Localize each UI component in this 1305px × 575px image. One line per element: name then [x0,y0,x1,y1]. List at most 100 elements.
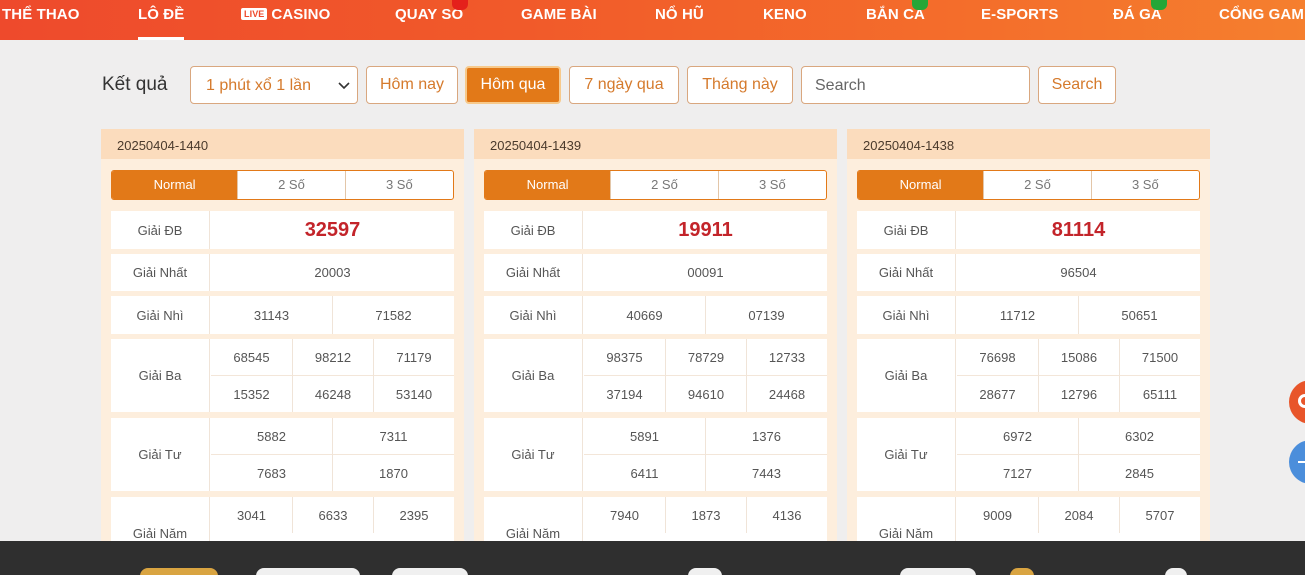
prize-label: Giải ĐB [857,211,956,249]
draw-frequency-select[interactable]: 1 phút xổ 1 lần [190,66,358,104]
prize-number: 5882 [257,428,286,444]
prize-number: 2395 [373,497,454,533]
tab-normal[interactable]: Normal [858,171,984,199]
prize-row-db: Giải ĐB 81114 [857,211,1200,249]
result-card: 20250404-1440 Normal 2 Số 3 Số Giải ĐB 32597 G… [101,129,464,557]
prize-number: 2845 [1078,454,1200,491]
nav-item-cong-game[interactable]: CỔNG GAME [1219,6,1305,23]
special-prize-number: 81114 [1051,218,1106,241]
yesterday-button[interactable]: Hôm qua [465,66,561,104]
prize-row-tu: Giải Tư 6972 6302 7127 2845 [857,418,1200,491]
prize-number: 50651 [1078,296,1200,334]
prize-number: 24468 [746,375,827,412]
prize-number: 11712 [999,307,1036,323]
tab-2-so[interactable]: 2 Số [983,171,1090,199]
prize-number: 6302 [1078,418,1200,454]
prize-label: Giải Nhì [111,296,210,334]
nav-item-da-ga[interactable]: ĐÁ GÀ [1113,0,1167,23]
new-badge [1151,0,1167,10]
today-button[interactable]: Hôm nay [366,66,458,104]
prize-label: Giải Nhất [484,254,583,291]
tab-normal[interactable]: Normal [112,171,238,199]
footer-partner-logo [900,568,976,575]
prize-row-db: Giải ĐB 19911 [484,211,827,249]
nav-item-e-sports[interactable]: E-SPORTS [981,6,1058,23]
tab-2-so[interactable]: 2 Số [610,171,717,199]
prize-number: 6633 [292,497,373,533]
tab-2-so[interactable]: 2 Số [237,171,344,199]
search-button[interactable]: Search [1038,66,1116,104]
prize-number: 96504 [1060,265,1097,280]
prize-label: Giải Nhất [111,254,210,291]
prize-number: 7940 [610,507,639,523]
nav-item-game-bai[interactable]: GAME BÀI [521,6,597,23]
search-input[interactable] [801,66,1030,104]
draw-id: 20250404-1440 [101,129,464,159]
nav-item-the-thao[interactable]: THỂ THAO [2,6,79,23]
prize-row-ba: Giải Ba 68545 98212 71179 15352 46248 53140 [111,339,454,412]
prize-number: 40669 [626,307,663,323]
this-month-button[interactable]: Tháng này [687,66,793,104]
prize-label: Giải Nhất [857,254,956,291]
prize-number: 3041 [237,507,266,523]
prize-label: Giải Ba [857,339,956,412]
prize-row-tu: Giải Tư 5891 1376 6411 7443 [484,418,827,491]
footer-partner-logo [1165,568,1187,575]
nav-item-quay-so[interactable]: QUAY SỐ [395,0,468,23]
prize-number: 12796 [1038,375,1119,412]
live-badge: LIVE [241,8,268,20]
prize-number: 7127 [957,454,1078,491]
top-navigation: THỂ THAO LÔ ĐỀ LIVE CASINO QUAY SỐ GAME B… [0,0,1305,40]
prize-number: 7443 [705,454,827,491]
result-tabs: Normal 2 Số 3 Số [111,170,454,200]
prize-number: 71179 [373,339,454,375]
prize-number: 46248 [292,375,373,412]
prize-row-nhi: Giải Nhì 11712 50651 [857,296,1200,334]
prize-number: 5891 [630,428,659,444]
hot-badge [452,0,468,10]
footer-partner-logo [688,568,722,575]
nav-item-casino[interactable]: LIVE CASINO [241,6,330,23]
nav-item-lo-de[interactable]: LÔ ĐỀ [138,6,185,40]
prize-row-nhi: Giải Nhì 31143 71582 [111,296,454,334]
prize-number: 53140 [373,375,454,412]
prize-number: 31143 [253,307,290,323]
prize-number: 7683 [211,454,332,491]
prize-number: 15086 [1038,339,1119,375]
draw-id: 20250404-1439 [474,129,837,159]
prize-number: 9009 [983,507,1012,523]
tab-3-so[interactable]: 3 Số [1090,171,1199,199]
tab-3-so[interactable]: 3 Số [344,171,453,199]
tab-3-so[interactable]: 3 Số [717,171,826,199]
prize-number: 2084 [1038,497,1119,533]
footer-partner-logo [256,568,360,575]
prize-number: 07139 [705,296,827,334]
prize-label: Giải Tư [484,418,583,491]
prize-label: Giải ĐB [484,211,583,249]
prize-label: Giải ĐB [111,211,210,249]
prize-number: 5707 [1119,497,1200,533]
footer-partner-logo [392,568,468,575]
nav-item-no-hu[interactable]: NỔ HŨ [655,6,704,23]
prize-number: 78729 [665,339,746,375]
prize-label: Giải Nhì [857,296,956,334]
nav-item-ban-ca[interactable]: BẮN CÁ [866,0,928,23]
prize-row-nhi: Giải Nhì 40669 07139 [484,296,827,334]
footer [0,541,1305,575]
prize-row-ba: Giải Ba 98375 78729 12733 37194 94610 24468 [484,339,827,412]
prize-number: 15352 [211,375,292,412]
floating-chat-button[interactable] [1289,380,1305,424]
chat-icon [1298,394,1305,408]
last-7-days-button[interactable]: 7 ngày qua [569,66,679,104]
prize-number: 37194 [584,375,665,412]
footer-partner-logo [140,568,218,575]
prize-number: 71582 [332,296,454,334]
nav-item-label: QUAY SỐ [395,6,464,23]
result-card: 20250404-1439 Normal 2 Số 3 Số Giải ĐB 19911 G… [474,129,837,557]
prize-row-nhat: Giải Nhất 00091 [484,254,827,291]
tab-normal[interactable]: Normal [485,171,611,199]
special-prize-number: 32597 [304,218,361,241]
floating-collapse-button[interactable] [1289,440,1305,484]
nav-item-keno[interactable]: KENO [763,6,807,23]
prize-label: Giải Tư [857,418,956,491]
